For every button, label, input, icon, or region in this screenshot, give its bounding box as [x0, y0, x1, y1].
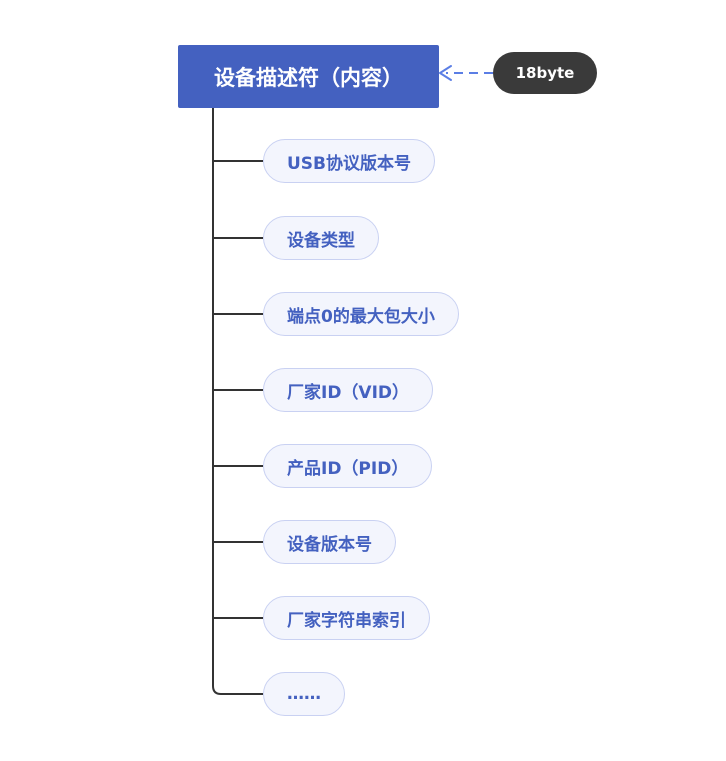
child-node-label: 厂家字符串索引	[287, 610, 406, 631]
child-node-label: USB协议版本号	[287, 153, 412, 174]
child-node-vendor-id[interactable]: 厂家ID（VID）	[263, 368, 434, 412]
child-node-label: 端点0的最大包大小	[287, 306, 435, 327]
child-node-manufacturer-string-index[interactable]: 厂家字符串索引	[263, 596, 430, 640]
child-node-label: 产品ID（PID）	[287, 458, 409, 479]
child-node-usb-version[interactable]: USB协议版本号	[263, 139, 436, 183]
child-node-label: ……	[287, 684, 321, 704]
size-badge-label: 18byte	[515, 64, 575, 82]
size-badge[interactable]: 18byte	[493, 52, 597, 94]
child-node-device-class[interactable]: 设备类型	[263, 216, 379, 260]
child-node-label: 厂家ID（VID）	[287, 382, 410, 403]
root-node-device-descriptor[interactable]: 设备描述符（内容）	[178, 45, 439, 108]
child-node-ellipsis[interactable]: ……	[263, 672, 345, 716]
arrow-head-icon	[439, 65, 452, 81]
tree-trunk-line	[212, 108, 263, 695]
child-node-label: 设备版本号	[287, 534, 372, 555]
root-node-label: 设备描述符（内容）	[214, 65, 403, 90]
child-node-device-version[interactable]: 设备版本号	[263, 520, 396, 564]
child-node-ep0-max-packet[interactable]: 端点0的最大包大小	[263, 292, 459, 336]
child-node-product-id[interactable]: 产品ID（PID）	[263, 444, 433, 488]
child-node-label: 设备类型	[287, 230, 355, 251]
